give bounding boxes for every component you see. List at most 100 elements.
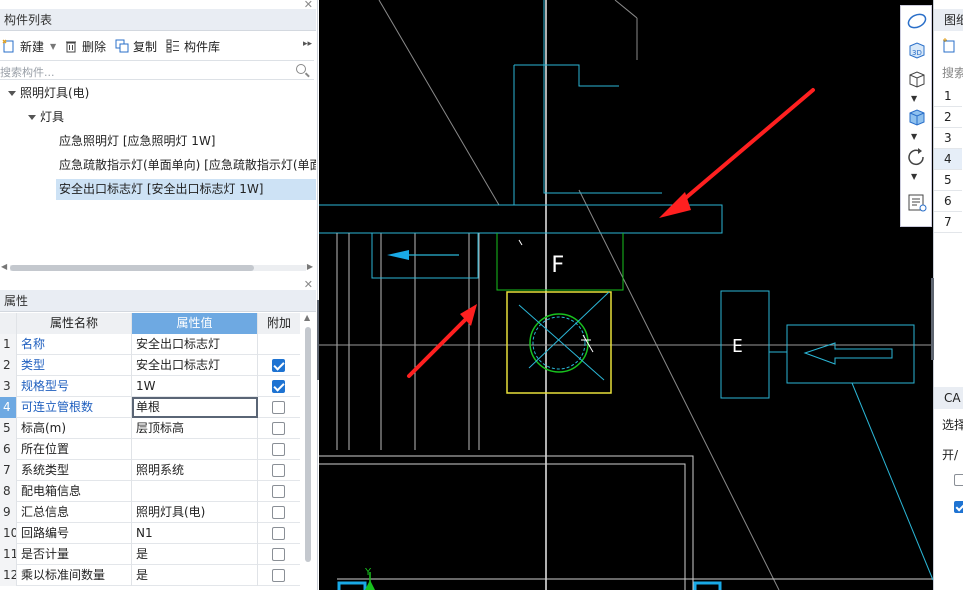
- drawing-row[interactable]: 3: [934, 128, 962, 149]
- layer-checkbox-checked[interactable]: [954, 501, 963, 513]
- property-value[interactable]: [132, 481, 258, 502]
- tick-mark: [518, 239, 523, 246]
- drawing-row[interactable]: 2: [934, 107, 962, 128]
- extra-checkbox[interactable]: [272, 569, 285, 582]
- property-row[interactable]: 10 回路编号 N1: [0, 523, 300, 544]
- property-row[interactable]: 8 配电箱信息: [0, 481, 300, 502]
- property-row[interactable]: 11 是否计量是: [0, 544, 300, 565]
- extra-checkbox[interactable]: [272, 359, 285, 372]
- scroll-thumb[interactable]: [305, 327, 311, 562]
- drawing-search[interactable]: 搜索: [942, 64, 963, 81]
- property-extra: [258, 418, 300, 439]
- dropdown-arrow-icon[interactable]: ▼: [911, 132, 917, 141]
- copy-button[interactable]: 复制: [115, 34, 157, 58]
- more-chevron-icon[interactable]: ▸▸: [303, 39, 312, 49]
- component-library-button[interactable]: 构件库: [166, 34, 220, 58]
- dropdown-arrow-icon[interactable]: ▼: [911, 172, 917, 181]
- row-number-header: [0, 313, 17, 334]
- property-value[interactable]: 安全出口标志灯: [132, 355, 258, 376]
- property-value[interactable]: 1W: [132, 376, 258, 397]
- scroll-up-icon[interactable]: ▲: [304, 313, 310, 322]
- property-name: 乘以标准间数量: [17, 565, 132, 586]
- property-value[interactable]: 安全出口标志灯: [132, 334, 258, 355]
- column-header-extra[interactable]: 附加: [258, 313, 300, 334]
- property-extra: [258, 523, 300, 544]
- layer-checkbox[interactable]: [954, 474, 963, 486]
- scroll-thumb[interactable]: [10, 265, 254, 271]
- panel-splitter[interactable]: [931, 278, 934, 360]
- property-value[interactable]: [132, 439, 258, 460]
- property-value[interactable]: 单根: [132, 397, 258, 418]
- property-row[interactable]: 12 乘以标准间数量是: [0, 565, 300, 586]
- property-extra: [258, 355, 300, 376]
- outline-arrow: [803, 342, 893, 365]
- cad-panel-header: CA: [934, 387, 963, 409]
- property-row[interactable]: 9 汇总信息 照明灯具(电): [0, 502, 300, 523]
- tree-item[interactable]: 应急疏散指示灯(单面单向) [应急疏散指示灯(单面: [56, 155, 316, 176]
- add-drawing-icon[interactable]: [942, 38, 958, 57]
- property-value[interactable]: 是: [132, 544, 258, 565]
- tree-item[interactable]: 应急照明灯 [应急照明灯 1W]: [56, 131, 316, 152]
- duct-outline: [514, 64, 619, 87]
- drawing-canvas[interactable]: F E Y: [319, 0, 933, 590]
- 3d-view-icon[interactable]: 3D: [905, 40, 929, 62]
- tree-item-selected[interactable]: 安全出口标志灯 [安全出口标志灯 1W]: [56, 179, 316, 200]
- cad-line: [614, 0, 638, 19]
- property-row[interactable]: 5 标高(m) 层顶标高: [0, 418, 300, 439]
- cad-line: [319, 463, 686, 590]
- row-number: 1: [0, 334, 17, 355]
- search-input[interactable]: 搜索构件...: [0, 64, 55, 80]
- expand-icon[interactable]: [8, 91, 16, 96]
- property-row[interactable]: 4 可连立管根数 单根: [0, 397, 300, 418]
- refresh-icon[interactable]: [905, 146, 929, 168]
- extra-checkbox[interactable]: [272, 380, 285, 393]
- property-value[interactable]: 层顶标高: [132, 418, 258, 439]
- drawing-row-number: 6: [944, 194, 952, 208]
- property-name: 所在位置: [17, 439, 132, 460]
- expand-icon[interactable]: [28, 115, 36, 120]
- dropdown-arrow-icon[interactable]: ▼: [911, 94, 917, 103]
- property-row[interactable]: 7 系统类型 照明系统: [0, 460, 300, 481]
- cad-line: [851, 382, 933, 581]
- column-header-value[interactable]: 属性值: [132, 313, 258, 334]
- extra-checkbox[interactable]: [272, 401, 285, 414]
- extra-checkbox[interactable]: [272, 527, 285, 540]
- component-search[interactable]: 搜索构件...: [0, 60, 314, 80]
- property-value[interactable]: 照明灯具(电): [132, 502, 258, 523]
- drawing-row[interactable]: 5: [934, 170, 962, 191]
- cube-solid-icon[interactable]: [905, 106, 929, 128]
- column-header-name[interactable]: 属性名称: [17, 313, 132, 334]
- property-value[interactable]: N1: [132, 523, 258, 544]
- horizontal-scrollbar[interactable]: ◀ ▶: [0, 262, 316, 274]
- drawing-row[interactable]: 6: [934, 191, 962, 212]
- extra-checkbox[interactable]: [272, 506, 285, 519]
- rotate-view-icon[interactable]: [905, 10, 929, 32]
- dropdown-arrow-icon[interactable]: ▼: [50, 42, 56, 51]
- property-name: 汇总信息: [17, 502, 132, 523]
- property-row[interactable]: 6 所在位置: [0, 439, 300, 460]
- tree-node-group[interactable]: 灯具: [28, 107, 308, 128]
- property-row[interactable]: 2 类型 安全出口标志灯: [0, 355, 300, 376]
- extra-checkbox[interactable]: [272, 443, 285, 456]
- property-value[interactable]: 是: [132, 565, 258, 586]
- vertical-scrollbar[interactable]: ▲: [302, 313, 314, 590]
- property-row[interactable]: 3 规格型号 1W: [0, 376, 300, 397]
- drawing-row[interactable]: 1: [934, 86, 962, 107]
- property-value[interactable]: 照明系统: [132, 460, 258, 481]
- left-panel: ✕ 构件列表 新建 ▼ 删除 复制 构件库 ▸▸ 搜索构件... 照明灯具(电)…: [0, 0, 318, 590]
- drawing-row[interactable]: 7: [934, 212, 962, 233]
- extra-checkbox[interactable]: [272, 464, 285, 477]
- layer-list-icon[interactable]: [905, 192, 929, 214]
- extra-checkbox[interactable]: [272, 548, 285, 561]
- new-button[interactable]: 新建 ▼: [2, 34, 56, 58]
- tree-node-root[interactable]: 照明灯具(电): [8, 83, 308, 104]
- property-row[interactable]: 1 名称 安全出口标志灯: [0, 334, 300, 355]
- extra-checkbox[interactable]: [272, 422, 285, 435]
- cube-view-icon[interactable]: [905, 68, 929, 90]
- search-icon[interactable]: [296, 64, 306, 74]
- scroll-right-icon[interactable]: ▶: [307, 262, 313, 271]
- drawing-row[interactable]: 4: [934, 149, 962, 170]
- extra-checkbox[interactable]: [272, 485, 285, 498]
- delete-button[interactable]: 删除: [64, 34, 106, 58]
- scroll-left-icon[interactable]: ◀: [1, 262, 7, 271]
